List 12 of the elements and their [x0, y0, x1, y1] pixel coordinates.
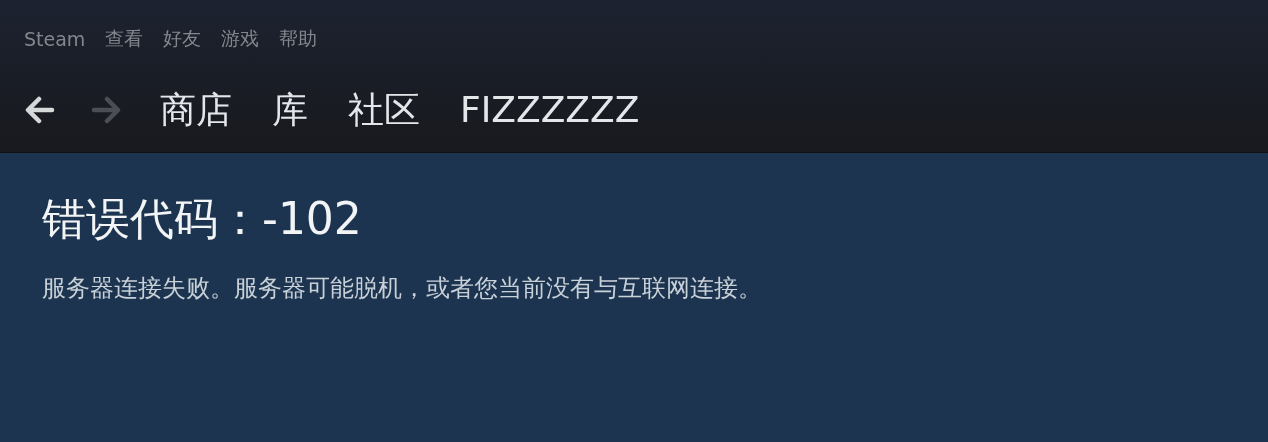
- nav-link[interactable]: 库: [272, 88, 308, 132]
- menu-item[interactable]: 好友: [163, 26, 202, 52]
- back-arrow-icon[interactable]: [24, 95, 56, 124]
- error-message: 服务器连接失败。服务器可能脱机，或者您当前没有与互联网连接。: [42, 272, 763, 304]
- menu-item[interactable]: 帮助: [279, 26, 318, 52]
- nav-link[interactable]: 社区: [348, 88, 420, 132]
- nav-link[interactable]: 商店: [160, 88, 232, 132]
- menu-item[interactable]: 查看: [105, 26, 144, 52]
- error-title: 错误代码：-102: [42, 193, 363, 246]
- menu-item[interactable]: Steam: [24, 28, 86, 50]
- menu-item[interactable]: 游戏: [221, 26, 260, 52]
- nav-link[interactable]: FIZZZZZZ: [460, 88, 640, 132]
